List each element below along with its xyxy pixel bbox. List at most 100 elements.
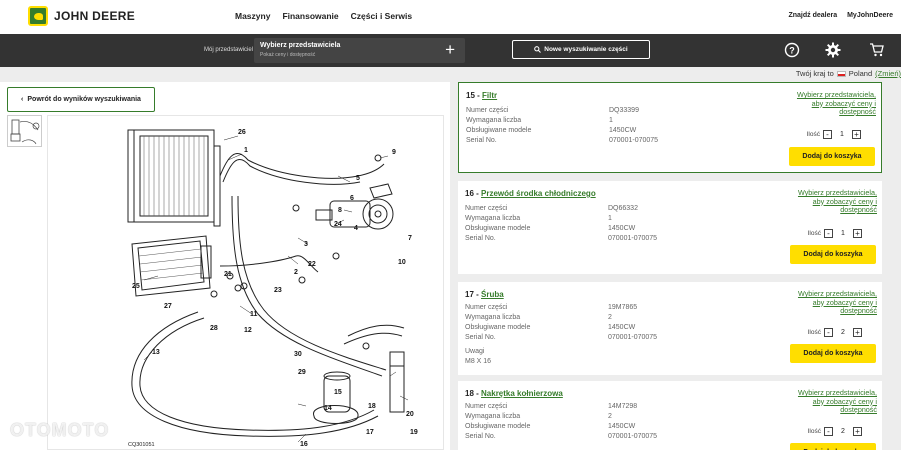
part-number-value: DQ33399 <box>609 107 639 114</box>
dealer-selector[interactable]: Wybierz przedstawiciela Pokaż ceny i dos… <box>254 38 465 63</box>
search-icon <box>534 46 542 53</box>
change-country-link[interactable]: (Zmień) <box>875 69 901 78</box>
qty-label: Ilość <box>807 329 821 336</box>
part-callout-17[interactable]: 17 <box>366 429 374 436</box>
myjohndeere-link[interactable]: MyJohnDeere <box>847 12 893 19</box>
new-part-search-button[interactable]: Nowe wyszukiwanie części <box>512 40 650 59</box>
part-callout-5[interactable]: 5 <box>356 175 360 182</box>
country-prefix: Twój kraj to <box>795 69 834 78</box>
plus-icon[interactable]: + <box>852 130 861 139</box>
part-callout-14[interactable]: 14 <box>324 405 332 412</box>
find-dealer-link[interactable]: Znajdź dealera <box>788 12 837 19</box>
select-dealer-link[interactable]: Wybierz przedstawiciela, aby zobaczyć ce… <box>797 388 877 415</box>
part-callout-6[interactable]: 6 <box>350 195 354 202</box>
part-callout-29[interactable]: 29 <box>298 369 306 376</box>
qty-value[interactable]: 1 <box>835 131 849 138</box>
my-dealer-label: Mój przedstawiciel <box>204 47 254 53</box>
part-callout-9[interactable]: 9 <box>392 149 396 156</box>
john-deere-logo[interactable]: JOHN DEERE <box>28 6 135 26</box>
qty-value[interactable]: 2 <box>836 428 850 435</box>
add-to-cart-button[interactable]: Dodaj do koszyka <box>790 245 876 264</box>
part-callout-27[interactable]: 27 <box>164 303 172 310</box>
part-callout-11[interactable]: 11 <box>250 311 258 318</box>
part-callout-10[interactable]: 10 <box>398 259 406 266</box>
nav-parts-service[interactable]: Części i Serwis <box>351 11 412 21</box>
part-callout-7[interactable]: 7 <box>408 235 412 242</box>
part-card: 16 - Przewód środka chłodniczego Numer c… <box>458 181 882 274</box>
quantity-stepper: Ilość - 1 + <box>807 130 861 139</box>
part-callout-26[interactable]: 26 <box>238 129 246 136</box>
part-number-label: Numer części <box>465 205 508 212</box>
minus-icon[interactable]: - <box>824 328 833 337</box>
svg-text:?: ? <box>789 46 795 56</box>
help-icon[interactable]: ? <box>783 41 801 59</box>
select-dealer-link[interactable]: Wybierz przedstawiciela, aby zobaczyć ce… <box>796 90 876 117</box>
part-name-link[interactable]: Nakrętka kołnierzowa <box>481 389 563 398</box>
part-callout-15[interactable]: 15 <box>334 389 342 396</box>
part-callout-8[interactable]: 8 <box>338 207 342 214</box>
serial-value: 070001-070075 <box>608 235 658 242</box>
select-dealer-link[interactable]: Wybierz przedstawiciela, aby zobaczyć ce… <box>797 188 877 215</box>
part-callout-21[interactable]: 21 <box>224 271 232 278</box>
add-to-cart-button[interactable]: Dodaj do koszyka <box>790 443 876 450</box>
cart-icon[interactable] <box>868 41 886 59</box>
back-to-results-label: Powrót do wyników wyszukiwania <box>27 96 141 103</box>
plus-icon[interactable]: + <box>445 40 455 60</box>
part-callout-4[interactable]: 4 <box>354 225 358 232</box>
qty-value[interactable]: 1 <box>836 230 850 237</box>
part-callout-23[interactable]: 23 <box>274 287 282 294</box>
part-callout-19[interactable]: 19 <box>410 429 418 436</box>
plus-icon[interactable]: + <box>853 427 862 436</box>
qty-label: Ilość <box>807 428 821 435</box>
part-callout-28[interactable]: 28 <box>210 325 218 332</box>
select-dealer-link[interactable]: Wybierz przedstawiciela, aby zobaczyć ce… <box>797 289 877 316</box>
required-qty-label: Wymagana liczba <box>465 215 521 222</box>
part-card-title: 15 - Filtr <box>466 91 498 100</box>
part-name-link[interactable]: Przewód środka chłodniczego <box>481 189 596 198</box>
exploded-view-drawing: 261 9586243471022232212527111228302913171… <box>127 129 418 448</box>
part-callout-16[interactable]: 16 <box>300 441 308 448</box>
minus-icon[interactable]: - <box>824 229 833 238</box>
part-number-callout: 15 <box>466 91 475 100</box>
part-callout-25[interactable]: 25 <box>132 283 140 290</box>
add-to-cart-button[interactable]: Dodaj do koszyka <box>790 344 876 363</box>
part-callout-30[interactable]: 30 <box>294 351 302 358</box>
part-callout-12[interactable]: 12 <box>244 327 252 334</box>
brand-name: JOHN DEERE <box>54 9 136 23</box>
part-callout-2[interactable]: 2 <box>294 269 298 276</box>
part-card-title: 17 - Śruba <box>465 290 504 299</box>
part-callout-18[interactable]: 18 <box>368 403 376 410</box>
gear-icon[interactable] <box>824 41 842 59</box>
parts-diagram[interactable]: 26 1 9 5 8 6 24 3 4 7 10 22 23 2 21 25 27 11 12 28 30 29 13 17 1… <box>47 115 444 450</box>
part-name-link[interactable]: Śruba <box>481 290 504 299</box>
part-callout-22[interactable]: 22 <box>308 261 316 268</box>
minus-icon[interactable]: - <box>824 427 833 436</box>
part-callout-13[interactable]: 13 <box>152 349 160 356</box>
part-callout-1[interactable]: 1 <box>244 147 248 154</box>
minus-icon[interactable]: - <box>823 130 832 139</box>
add-to-cart-button[interactable]: Dodaj do koszyka <box>789 147 875 166</box>
qty-value[interactable]: 2 <box>836 329 850 336</box>
plus-icon[interactable]: + <box>853 328 862 337</box>
nav-machines[interactable]: Maszyny <box>235 11 270 21</box>
serial-label: Serial No. <box>465 433 496 440</box>
top-navigation: JOHN DEERE Maszyny Finansowanie Części i… <box>0 0 901 34</box>
nav-financing[interactable]: Finansowanie <box>282 11 338 21</box>
models-label: Obsługiwane modele <box>465 225 531 232</box>
part-card: 15 - Filtr Numer części DQ33399 Wymagana… <box>458 82 882 173</box>
quantity-stepper: Ilość - 2 + <box>808 427 862 436</box>
required-qty-value: 2 <box>608 413 612 420</box>
part-name-link[interactable]: Filtr <box>482 91 497 100</box>
part-card: 18 - Nakrętka kołnierzowa Numer części 1… <box>458 381 882 450</box>
part-number-label: Numer części <box>466 107 509 114</box>
diagram-thumbnail[interactable] <box>7 115 42 147</box>
serial-label: Serial No. <box>465 334 496 341</box>
plus-icon[interactable]: + <box>853 229 862 238</box>
quantity-stepper: Ilość - 2 + <box>808 328 862 337</box>
required-qty-label: Wymagana liczba <box>466 117 522 124</box>
part-callout-20[interactable]: 20 <box>406 411 414 418</box>
part-callout-3[interactable]: 3 <box>304 241 308 248</box>
part-callout-24[interactable]: 24 <box>334 221 342 228</box>
back-to-results-button[interactable]: ‹ Powrót do wyników wyszukiwania <box>7 87 155 112</box>
part-callouts: 261 9586243471022232212527111228302913171… <box>132 129 418 448</box>
